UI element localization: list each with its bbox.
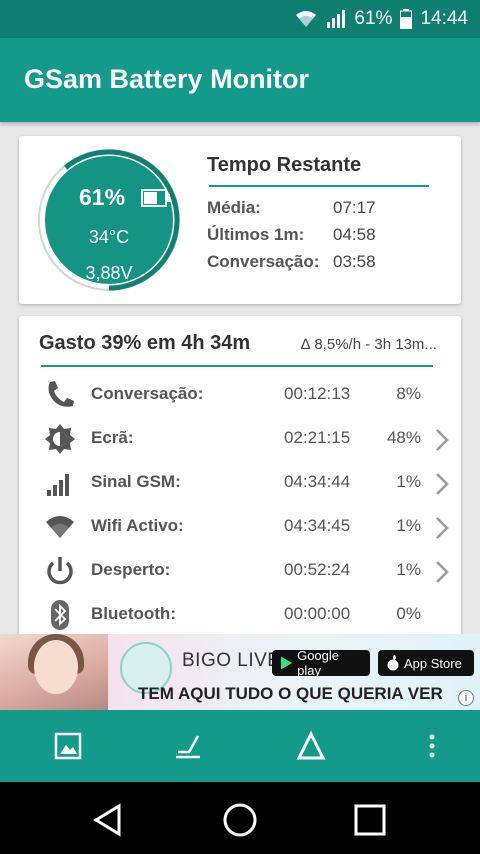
ad-brand: BIGO LIVE — [182, 650, 281, 671]
google-play-badge[interactable]: Google play — [272, 648, 370, 678]
chevron-right-icon[interactable] — [435, 472, 449, 496]
chevron-right-icon[interactable] — [435, 560, 449, 584]
battery-card[interactable]: 61% 34°C 3,88V Tempo Restante Média: 07:1… — [19, 136, 461, 304]
battery-icon — [400, 9, 413, 29]
row-label: Média: — [207, 198, 261, 217]
chart-slope-icon[interactable] — [172, 730, 204, 762]
list-item-wifi-activo[interactable]: Wifi Activo: 04:34:45 1% — [19, 506, 461, 550]
row-value: 07:17 — [333, 198, 376, 217]
row-label: Conversação: — [207, 252, 320, 271]
row-percent: 8% — [396, 384, 421, 403]
app-bar: GSam Battery Monitor — [0, 38, 480, 122]
row-label: Últimos 1m: — [207, 225, 305, 244]
row-percent: 48% — [386, 428, 421, 447]
bottom-toolbar — [0, 710, 480, 782]
more-vert-icon[interactable] — [416, 730, 448, 762]
signal-bars-icon — [43, 466, 77, 500]
battery-gauge: 61% 34°C 3,88V — [37, 148, 181, 292]
google-play-label: Google play — [297, 648, 340, 678]
brightness-icon — [43, 422, 77, 456]
chevron-right-icon[interactable] — [435, 516, 449, 540]
usage-title: Gasto 39% em 4h 34m — [39, 332, 251, 354]
row-percent: 1% — [396, 472, 421, 491]
time-remaining-title: Tempo Restante — [207, 154, 362, 176]
chevron-right-icon[interactable] — [435, 428, 449, 452]
app-title: GSam Battery Monitor — [24, 64, 310, 94]
gauge-temperature: 34°C — [88, 227, 130, 247]
back-icon[interactable] — [88, 800, 128, 840]
phone-icon — [43, 378, 77, 412]
row-time: 04:34:44 — [284, 472, 351, 491]
row-time: 00:52:24 — [284, 560, 351, 579]
usage-card[interactable]: Gasto 39% em 4h 34m ∆ 8,5%/h - 3h 13m...… — [19, 316, 461, 646]
row-time: 02:21:15 — [284, 428, 351, 447]
clock: 14:44 — [420, 8, 468, 29]
status-bar: 61% 14:44 — [0, 0, 480, 38]
gauge-percent: 61% — [79, 184, 126, 210]
row-time: 04:34:45 — [284, 516, 351, 535]
time-row-average: Média: 07:17 — [207, 198, 376, 218]
time-row-last-1m: Últimos 1m: 04:58 — [207, 225, 376, 245]
row-time: 00:12:13 — [284, 384, 351, 403]
list-item-conversacao[interactable]: Conversação: 00:12:13 8% — [19, 374, 461, 418]
battery-icon — [141, 189, 171, 212]
row-percent: 0% — [396, 604, 421, 623]
ad-photo — [0, 634, 108, 710]
recents-icon[interactable] — [350, 800, 390, 840]
power-icon — [43, 554, 77, 588]
time-row-talk: Conversação: 03:58 — [207, 252, 376, 272]
wifi-icon — [43, 510, 77, 544]
ad-tagline: TEM AQUI TUDO O QUE QUERIA VER — [138, 684, 443, 703]
divider — [41, 365, 433, 367]
ad-banner[interactable]: BIGO LIVE Google play App Store TEM AQUI… — [0, 634, 480, 710]
usage-rate: ∆ 8,5%/h - 3h 13m... — [301, 336, 437, 353]
row-time: 00:00:00 — [284, 604, 351, 623]
delta-icon[interactable] — [295, 730, 327, 762]
row-value: 03:58 — [333, 252, 376, 271]
divider — [209, 185, 429, 187]
row-percent: 1% — [396, 560, 421, 579]
app-store-label: App Store — [404, 655, 462, 671]
row-label: Conversação: — [91, 384, 204, 403]
list-item-desperto[interactable]: Desperto: 00:52:24 1% — [19, 550, 461, 594]
battery-percent: 61% — [354, 8, 393, 29]
wifi-icon — [294, 9, 318, 29]
row-label: Sinal GSM: — [91, 472, 181, 491]
gauge-voltage: 3,88V — [85, 263, 133, 283]
app-store-badge[interactable]: App Store — [378, 650, 474, 676]
image-icon[interactable] — [52, 730, 84, 762]
row-value: 04:58 — [333, 225, 376, 244]
row-label: Bluetooth: — [91, 604, 176, 623]
list-item-bluetooth[interactable]: Bluetooth: 00:00:00 0% — [19, 594, 461, 638]
row-percent: 1% — [396, 516, 421, 535]
list-item-ecra[interactable]: Ecrã: 02:21:15 48% — [19, 418, 461, 462]
ad-info-icon[interactable]: i — [458, 690, 474, 706]
row-label: Ecrã: — [91, 428, 134, 447]
row-label: Desperto: — [91, 560, 171, 579]
navigation-bar — [0, 782, 480, 854]
home-icon[interactable] — [220, 800, 260, 840]
bluetooth-icon — [43, 598, 77, 632]
list-item-sinal-gsm[interactable]: Sinal GSM: 04:34:44 1% — [19, 462, 461, 506]
signal-icon — [326, 9, 346, 29]
row-label: Wifi Activo: — [91, 516, 184, 535]
